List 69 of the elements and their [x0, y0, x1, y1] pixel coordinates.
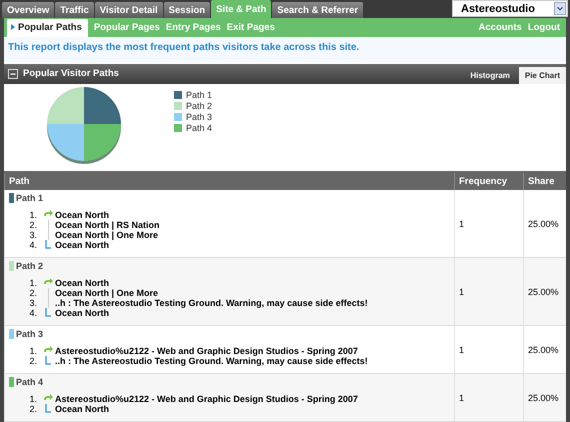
step-number: 4.: [28, 308, 38, 318]
step-number: 1.: [28, 346, 38, 356]
exit-corner-icon: [45, 308, 51, 318]
entry-arrow-icon: [43, 394, 53, 402]
report-description: This report displays the most frequent paths visitors take across this site.: [4, 36, 566, 62]
step-number: 1.: [28, 210, 38, 220]
step-number: 1.: [28, 278, 38, 288]
step-number: 4.: [28, 240, 38, 250]
step-number: 1.: [28, 394, 38, 404]
panel-title: Popular Visitor Paths: [23, 68, 119, 80]
page-title: Ocean North | One More: [55, 230, 160, 240]
exit-corner-icon: [45, 240, 51, 250]
page-title: ..h : The Astereostudio Testing Ground. Warning, may cause side effects!: [55, 298, 369, 308]
step-number: 2.: [28, 288, 38, 298]
page-title: Ocean North | One More: [55, 288, 160, 298]
path-name: Path 2: [16, 261, 44, 271]
entry-arrow-icon: [43, 278, 53, 286]
path-name: Path 1: [16, 193, 44, 203]
legend-label: Path 1: [186, 90, 212, 100]
page-title: Ocean North: [55, 210, 110, 220]
exit-corner-icon: [45, 356, 51, 366]
pie-slice: [47, 124, 84, 161]
column-header: Path: [4, 173, 454, 190]
page-title: Ocean North: [55, 278, 110, 288]
nav-tab[interactable]: Visitor Detail: [94, 2, 163, 18]
step-number: 2.: [28, 404, 38, 414]
table-cell: 25.00%: [524, 374, 566, 422]
caret-icon: [554, 2, 566, 15]
table-cell: 1: [454, 258, 524, 326]
legend-swatch: [174, 90, 182, 99]
column-header: Frequency: [454, 173, 524, 190]
sub-tab[interactable]: Popular Paths: [7, 18, 88, 37]
step-number: 3.: [28, 298, 38, 308]
nav-tab[interactable]: Traffic: [55, 2, 94, 18]
entry-arrow-icon: [43, 346, 53, 354]
step-number: 3.: [28, 230, 38, 240]
page-title: Ocean North: [55, 308, 110, 318]
legend-label: Path 2: [186, 100, 212, 111]
page-title: Astereostudio%u2122 - Web and Graphic Design Studios - Spring 2007: [55, 346, 359, 356]
entry-arrow-icon: [43, 210, 53, 218]
page-title: Ocean North: [55, 404, 110, 414]
legend-label: Path 4: [186, 122, 212, 133]
pie-slice: [84, 124, 121, 161]
page-title: ..h : The Astereostudio Testing Ground. Warning, may cause side effects!: [55, 356, 369, 366]
pie-slice: [84, 86, 121, 124]
legend-swatch: [174, 112, 182, 121]
site-select[interactable]: Astereostudio: [452, 0, 568, 17]
triangle-icon: [11, 24, 15, 30]
table-cell: 1: [454, 374, 524, 422]
legend-swatch: [174, 124, 182, 132]
pie-slice: [47, 86, 84, 124]
path-name: Path 3: [16, 329, 44, 339]
page-title: Ocean North: [55, 240, 110, 250]
table-cell: 25.00%: [524, 258, 566, 326]
collapse-icon[interactable]: [8, 68, 18, 79]
nav-tab[interactable]: Session: [164, 2, 210, 18]
exit-corner-icon: [45, 404, 51, 414]
step-number: 2.: [28, 220, 38, 230]
path-name: Path 4: [16, 377, 44, 387]
column-header: Share: [524, 173, 566, 190]
view-tab[interactable]: Pie Chart: [518, 66, 566, 84]
legend-label: Path 3: [186, 112, 212, 122]
page-title: Ocean North | RS Nation: [55, 220, 161, 230]
page-title: Astereostudio%u2122 - Web and Graphic Design Studios - Spring 2007: [55, 394, 359, 404]
legend-swatch: [174, 102, 182, 110]
view-tab[interactable]: Histogram: [466, 70, 514, 84]
step-number: 2.: [28, 356, 38, 366]
nav-tab[interactable]: Search & Referrer: [272, 2, 364, 18]
nav-tab[interactable]: Overview: [2, 2, 54, 18]
